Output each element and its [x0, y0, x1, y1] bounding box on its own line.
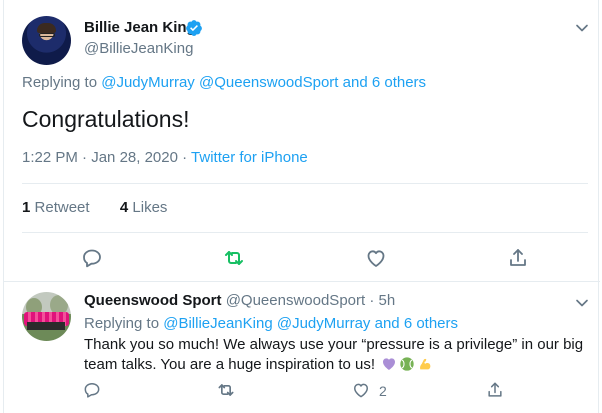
tweet-source[interactable]: Twitter for iPhone — [191, 149, 308, 166]
verified-badge-icon — [186, 20, 202, 36]
mention-link[interactable]: @QueenswoodSport — [199, 74, 338, 91]
tweet-thread: Billie Jean King @BillieJeanKing Replyin… — [3, 0, 600, 413]
flexed-biceps-emoji — [420, 358, 431, 370]
divider — [22, 183, 588, 184]
author-name[interactable]: Queenswood Sport — [84, 292, 222, 309]
avatar[interactable] — [22, 16, 71, 65]
reply-icon[interactable] — [82, 380, 102, 400]
like-count[interactable]: 2 — [379, 383, 387, 399]
heart-icon[interactable] — [364, 246, 388, 270]
tweet-age[interactable]: 5h — [379, 292, 396, 309]
chevron-down-icon[interactable] — [572, 18, 592, 38]
tweet-date[interactable]: Jan 28, 2020 — [91, 149, 178, 166]
retweet-stat[interactable]: 1 Retweet — [22, 199, 90, 216]
replying-to: Replying to @BillieJeanKing @JudyMurray … — [84, 315, 459, 332]
chevron-down-icon[interactable] — [572, 293, 592, 313]
heart-icon[interactable] — [351, 380, 371, 400]
tweet-stats: 1 Retweet 4 Likes — [22, 199, 167, 216]
tweet-time[interactable]: 1:22 PM — [22, 149, 78, 166]
reply-header: Queenswood Sport @QueenswoodSport · 5h — [84, 292, 396, 309]
mention-link[interactable]: @JudyMurray — [277, 315, 371, 332]
retweet-icon[interactable] — [216, 380, 236, 400]
avatar[interactable] — [22, 292, 71, 341]
author-handle[interactable]: @BillieJeanKing — [84, 40, 193, 57]
reply-icon[interactable] — [80, 246, 104, 270]
tweet-text: Thank you so much! We always use your “p… — [84, 336, 584, 373]
mention-link[interactable]: @BillieJeanKing — [163, 315, 272, 332]
retweet-icon[interactable] — [222, 246, 246, 270]
replying-to: Replying to @JudyMurray @QueenswoodSport… — [22, 74, 427, 91]
divider — [4, 281, 600, 282]
tweet-meta: 1:22 PM · Jan 28, 2020 · Twitter for iPh… — [22, 149, 308, 166]
others-link[interactable]: 6 others — [404, 315, 458, 332]
purple-heart-emoji — [383, 358, 396, 370]
tweet-text: Congratulations! — [22, 106, 190, 132]
author-handle[interactable]: @QueenswoodSport — [226, 292, 365, 309]
author-name[interactable]: Billie Jean King — [84, 19, 196, 36]
others-link[interactable]: 6 others — [372, 74, 426, 91]
likes-stat[interactable]: 4 Likes — [120, 199, 168, 216]
tennis-ball-emoji — [400, 357, 414, 371]
share-icon[interactable] — [485, 380, 505, 400]
divider — [22, 232, 588, 233]
share-icon[interactable] — [506, 246, 530, 270]
mention-link[interactable]: @JudyMurray — [101, 74, 195, 91]
